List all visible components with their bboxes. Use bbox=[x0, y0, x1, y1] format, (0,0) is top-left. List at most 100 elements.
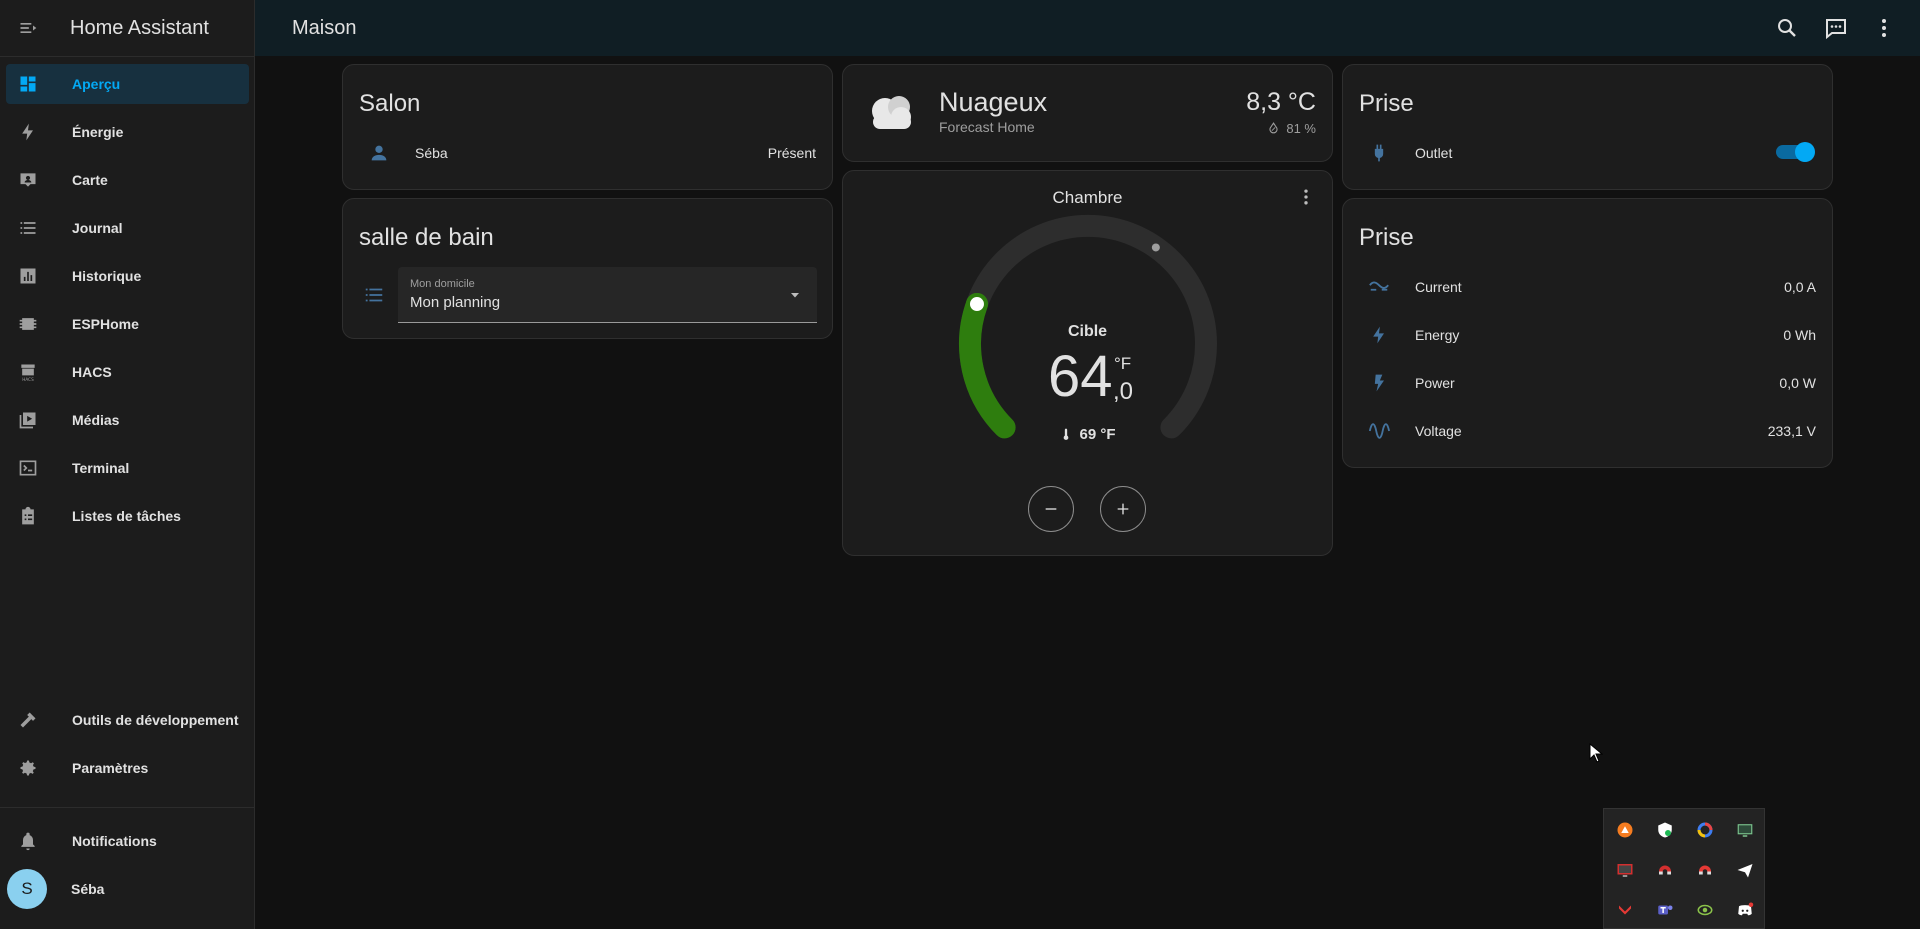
chart-icon bbox=[20, 268, 36, 284]
avatar: S bbox=[7, 869, 47, 909]
tray-plane-icon[interactable] bbox=[1736, 861, 1754, 879]
sidebar-item-listes-de-taches[interactable]: Listes de tâches bbox=[6, 496, 249, 536]
sidebar-item-historique[interactable]: Historique bbox=[6, 256, 249, 296]
card-title: salle de bain bbox=[359, 224, 494, 251]
sidebar-item-notifications[interactable]: Notifications bbox=[6, 821, 249, 861]
entity-name: Séba bbox=[415, 145, 448, 161]
tray-display-red-icon[interactable] bbox=[1616, 861, 1634, 879]
weather-humidity: 81 % bbox=[1267, 121, 1316, 136]
thermostat-mode-label: Cible bbox=[1067, 323, 1108, 340]
gear-icon bbox=[20, 760, 36, 776]
tray-shield-icon[interactable] bbox=[1656, 821, 1674, 839]
card-thermostat: Chambre Cible 64 °F ,0 69 °F bbox=[842, 170, 1333, 556]
sine-wave-icon bbox=[1368, 423, 1390, 439]
tray-magnet-icon[interactable] bbox=[1656, 861, 1674, 879]
current-temp-marker bbox=[1151, 243, 1160, 252]
sidebar-item-apercu[interactable]: Aperçu bbox=[6, 64, 249, 104]
format-list-bulleted-icon bbox=[365, 288, 383, 302]
tray-app-orange-icon[interactable] bbox=[1616, 821, 1634, 839]
sidebar-item-outils[interactable]: Outils de développement bbox=[6, 700, 249, 740]
assist-button[interactable] bbox=[1824, 16, 1848, 40]
map-icon bbox=[20, 173, 36, 187]
select-label: Mon domicile bbox=[410, 278, 475, 290]
water-percent-icon bbox=[1269, 122, 1278, 134]
bell-icon bbox=[21, 832, 35, 851]
power-plug-icon bbox=[1374, 144, 1384, 162]
select-value: Mon planning bbox=[410, 294, 501, 311]
dots-vertical-icon bbox=[1882, 19, 1886, 37]
card-title: Salon bbox=[359, 90, 421, 117]
tray-red-arrow-icon[interactable] bbox=[1616, 901, 1634, 919]
svg-text:HACS: HACS bbox=[22, 377, 34, 382]
weather-icon-wrap bbox=[863, 87, 919, 133]
card-prise-sensors: Prise Current 0,0 A Energy 0 Wh Power 0,… bbox=[1342, 198, 1833, 468]
sidebar-item-carte[interactable]: Carte bbox=[6, 160, 249, 200]
target-decimal: ,0 bbox=[1113, 378, 1134, 405]
entity-name: Outlet bbox=[1415, 145, 1453, 161]
menu-open-icon bbox=[20, 23, 37, 33]
entity-row-energy[interactable]: Energy 0 Wh bbox=[1359, 315, 1816, 355]
target-unit: °F bbox=[1114, 354, 1132, 373]
card-salon: Salon Séba Présent bbox=[342, 64, 833, 190]
menu-toggle-button[interactable] bbox=[0, 0, 56, 56]
overflow-menu-button[interactable] bbox=[1872, 16, 1896, 40]
target-handle[interactable] bbox=[965, 293, 988, 316]
system-tray-overflow bbox=[1603, 808, 1765, 929]
current-ac-icon bbox=[1369, 281, 1389, 291]
sidebar-item-user[interactable]: S Séba bbox=[7, 869, 250, 909]
menu-down-icon bbox=[791, 293, 799, 298]
sidebar-item-energie[interactable]: Énergie bbox=[6, 112, 249, 152]
tray-magnet-2-icon[interactable] bbox=[1696, 861, 1714, 879]
flash-icon bbox=[1374, 374, 1384, 392]
plus-icon bbox=[1117, 503, 1129, 515]
card-prise-outlet: Prise Outlet bbox=[1342, 64, 1833, 190]
sidebar: Home Assistant Aperçu Énergie Carte Jour… bbox=[0, 0, 255, 929]
search-button[interactable] bbox=[1775, 16, 1799, 40]
schedule-list-icon-wrap bbox=[363, 284, 385, 306]
entity-state: Présent bbox=[767, 145, 816, 161]
sidebar-item-journal[interactable]: Journal bbox=[6, 208, 249, 248]
tray-monitor-green-icon[interactable] bbox=[1736, 821, 1754, 839]
thermometer-icon bbox=[1064, 428, 1069, 440]
increase-temperature-button[interactable] bbox=[1100, 486, 1146, 532]
toggle-knob bbox=[1795, 142, 1815, 162]
outlet-toggle[interactable] bbox=[1776, 142, 1815, 162]
schedule-select[interactable]: Mon domicile Mon planning bbox=[398, 267, 817, 323]
card-title: Prise bbox=[1359, 224, 1414, 251]
hacs-icon: HACS bbox=[21, 364, 35, 382]
app-title: Home Assistant bbox=[70, 16, 209, 39]
top-bar: Maison bbox=[255, 0, 1920, 56]
tray-discord-icon[interactable] bbox=[1736, 901, 1754, 919]
cloudy-icon bbox=[872, 96, 911, 129]
weather-condition: Nuageux bbox=[939, 87, 1048, 117]
terminal-icon bbox=[19, 460, 37, 476]
entity-row-outlet[interactable]: Outlet bbox=[1359, 133, 1752, 173]
target-integer: 64 bbox=[1048, 344, 1113, 409]
entity-row-power[interactable]: Power 0,0 W bbox=[1359, 363, 1816, 403]
card-weather[interactable]: Nuageux Forecast Home 8,3 °C 81 % bbox=[842, 64, 1333, 162]
tray-teams-icon[interactable] bbox=[1656, 901, 1674, 919]
sidebar-item-medias[interactable]: Médias bbox=[6, 400, 249, 440]
sidebar-item-terminal[interactable]: Terminal bbox=[6, 448, 249, 488]
page-title: Maison bbox=[292, 16, 357, 39]
sidebar-item-esphome[interactable]: ESPHome bbox=[6, 304, 249, 344]
dashboard-icon bbox=[20, 76, 36, 92]
entity-row-voltage[interactable]: Voltage 233,1 V bbox=[1359, 411, 1816, 451]
clipboard-list-icon bbox=[22, 506, 34, 525]
tray-colorful-ring-icon[interactable] bbox=[1696, 821, 1714, 839]
decrease-temperature-button[interactable] bbox=[1028, 486, 1074, 532]
tray-green-eye-icon[interactable] bbox=[1696, 901, 1714, 919]
sidebar-item-parametres[interactable]: Paramètres bbox=[6, 748, 249, 788]
comment-processing-icon bbox=[1826, 19, 1846, 40]
search-icon bbox=[1778, 19, 1796, 37]
card-title: Prise bbox=[1359, 90, 1414, 117]
weather-temperature: 8,3 °C bbox=[1246, 88, 1316, 116]
chip-icon bbox=[19, 318, 37, 330]
weather-source: Forecast Home bbox=[939, 119, 1035, 135]
mouse-cursor-icon bbox=[1589, 743, 1603, 763]
entity-row-current[interactable]: Current 0,0 A bbox=[1359, 267, 1816, 307]
entity-row-person[interactable]: Séba Présent bbox=[359, 133, 816, 173]
lightning-icon bbox=[1373, 326, 1384, 344]
minus-icon bbox=[1045, 508, 1057, 510]
sidebar-item-hacs[interactable]: HACS HACS bbox=[6, 352, 249, 392]
